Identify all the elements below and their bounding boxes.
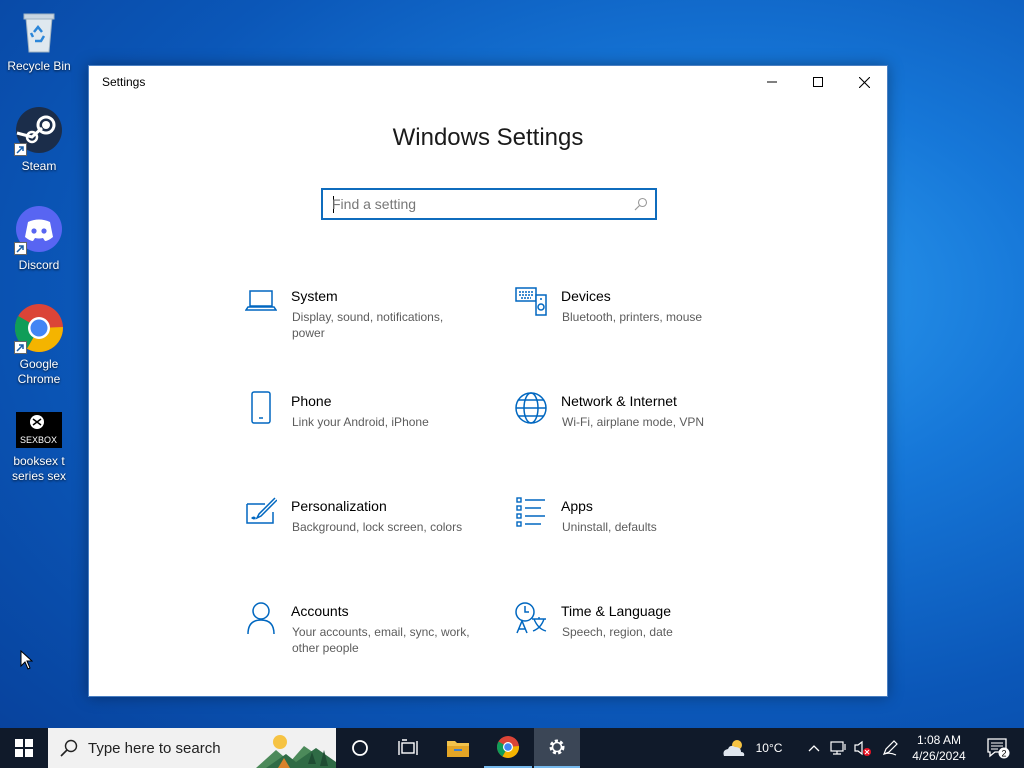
weather-widget[interactable]: [716, 728, 752, 768]
tile-devices[interactable]: Devices Bluetooth, printers, mouse: [511, 286, 761, 356]
discord-icon: [14, 205, 64, 255]
pen-workspace-button[interactable]: [878, 728, 902, 768]
tile-personalization[interactable]: Personalization Background, lock screen,…: [241, 496, 491, 566]
maximize-button[interactable]: [795, 66, 841, 98]
person-icon: [241, 601, 281, 641]
chrome-icon: [497, 736, 520, 759]
tile-description: Speech, region, date: [562, 625, 673, 639]
chevron-up-icon: [808, 745, 820, 752]
cortana-button[interactable]: [336, 728, 384, 768]
steam-icon: [14, 106, 64, 156]
search-icon[interactable]: [634, 197, 648, 211]
minimize-button[interactable]: [749, 66, 795, 98]
action-center-button[interactable]: 2: [978, 728, 1018, 768]
folder-icon: [447, 741, 469, 757]
shortcut-arrow-icon: [14, 242, 27, 255]
chrome-icon: [14, 304, 64, 354]
tile-system[interactable]: System Display, sound, notifications, po…: [241, 286, 491, 356]
notification-count-badge: 2: [1001, 749, 1006, 759]
desktop-icon-label: booksex t series sex: [11, 454, 67, 483]
tile-accounts[interactable]: Accounts Your accounts, email, sync, wor…: [241, 601, 491, 671]
notification-icon: 2: [987, 738, 1010, 759]
desktop-icon-label: Discord: [18, 258, 60, 272]
paint-icon: [241, 496, 281, 536]
settings-search-box[interactable]: [321, 188, 657, 220]
partly-cloudy-icon: [723, 740, 745, 756]
mouse-cursor-icon: [20, 649, 34, 675]
tile-name: Accounts: [291, 603, 349, 619]
volume-tray-button[interactable]: [852, 728, 874, 768]
tile-apps[interactable]: Apps Uninstall, defaults: [511, 496, 761, 566]
globe-icon: [511, 391, 551, 431]
window-title: Settings: [102, 75, 146, 89]
cortana-circle-icon: [352, 740, 368, 756]
taskbar-search-box[interactable]: Type here to search: [48, 728, 336, 768]
tile-name: System: [291, 288, 338, 304]
file-explorer-button[interactable]: [434, 728, 482, 768]
tile-description: Display, sound, notifications, power: [292, 310, 444, 340]
close-icon: [858, 76, 870, 88]
chrome-taskbar-button[interactable]: [484, 728, 532, 768]
pen-icon: [882, 740, 898, 756]
tile-name: Time & Language: [561, 603, 671, 619]
tile-network[interactable]: Network & Internet Wi-Fi, airplane mode,…: [511, 391, 761, 461]
page-title: Windows Settings: [392, 124, 584, 151]
show-hidden-icons-button[interactable]: [806, 728, 822, 768]
phone-icon: [241, 391, 281, 431]
taskbar: Type here to search 10°C 1:08 AM 4/26/20…: [0, 728, 1024, 768]
tile-phone[interactable]: Phone Link your Android, iPhone: [241, 391, 491, 461]
close-button[interactable]: [841, 66, 887, 98]
task-view-icon: [398, 739, 418, 755]
video-thumbnail-icon: SEXBOX: [16, 412, 62, 448]
tile-description: Link your Android, iPhone: [292, 415, 429, 429]
windows-logo-icon: [15, 739, 33, 757]
search-icon: [60, 739, 78, 757]
title-bar[interactable]: Settings: [89, 66, 887, 98]
tile-name: Phone: [291, 393, 332, 409]
clock-date: 4/26/2024: [912, 749, 966, 763]
clock[interactable]: 1:08 AM 4/26/2024: [906, 732, 972, 764]
network-tray-button[interactable]: [828, 728, 850, 768]
recycle-bin-icon: [14, 6, 64, 56]
gear-icon: [549, 739, 565, 755]
desktop-icon-label: Recycle Bin: [7, 59, 71, 73]
task-view-button[interactable]: [384, 728, 432, 768]
settings-window: Settings Windows Settings System Display…: [88, 65, 888, 697]
tile-name: Devices: [561, 288, 611, 304]
weather-temperature[interactable]: 10°C: [752, 728, 786, 768]
tile-time-language[interactable]: Time & Language Speech, region, date: [511, 601, 761, 671]
tile-name: Apps: [561, 498, 593, 514]
desktop-icon-label: Steam: [21, 159, 57, 173]
search-input[interactable]: [332, 194, 622, 214]
laptop-icon: [241, 286, 281, 326]
time-language-icon: [511, 601, 551, 641]
tile-description: Uninstall, defaults: [562, 520, 657, 534]
desktop-icon-label: Google Chrome: [17, 357, 61, 386]
minimize-icon: [767, 81, 777, 83]
maximize-icon: [813, 77, 823, 87]
tile-name: Personalization: [291, 498, 387, 514]
apps-list-icon: [511, 496, 551, 536]
keyboard-speaker-icon: [511, 286, 551, 326]
tile-name: Network & Internet: [561, 393, 677, 409]
tile-description: Bluetooth, printers, mouse: [562, 310, 703, 324]
shortcut-arrow-icon: [14, 341, 27, 354]
desktop-icon-discord[interactable]: Discord: [4, 205, 74, 273]
network-icon: [830, 741, 846, 755]
desktop-icon-booksex[interactable]: SEXBOX booksex t series sex: [4, 412, 74, 484]
tile-description: Your accounts, email, sync, work, other …: [292, 625, 470, 655]
taskbar-search-text: Type here to search: [88, 739, 221, 757]
tile-description: Wi-Fi, airplane mode, VPN: [562, 415, 705, 429]
shortcut-arrow-icon: [14, 143, 27, 156]
tile-description: Background, lock screen, colors: [292, 520, 463, 534]
desktop-icon-chrome[interactable]: Google Chrome: [4, 304, 74, 387]
clock-time: 1:08 AM: [916, 733, 962, 747]
settings-taskbar-button[interactable]: [534, 728, 580, 768]
search-highlight-illustration-icon: [256, 735, 336, 768]
desktop-icon-recycle-bin[interactable]: Recycle Bin: [4, 6, 74, 74]
desktop-icon-steam[interactable]: Steam: [4, 106, 74, 174]
volume-muted-icon: [854, 740, 871, 756]
thumbnail-text: SEXBOX: [20, 435, 57, 445]
start-button[interactable]: [0, 728, 48, 768]
